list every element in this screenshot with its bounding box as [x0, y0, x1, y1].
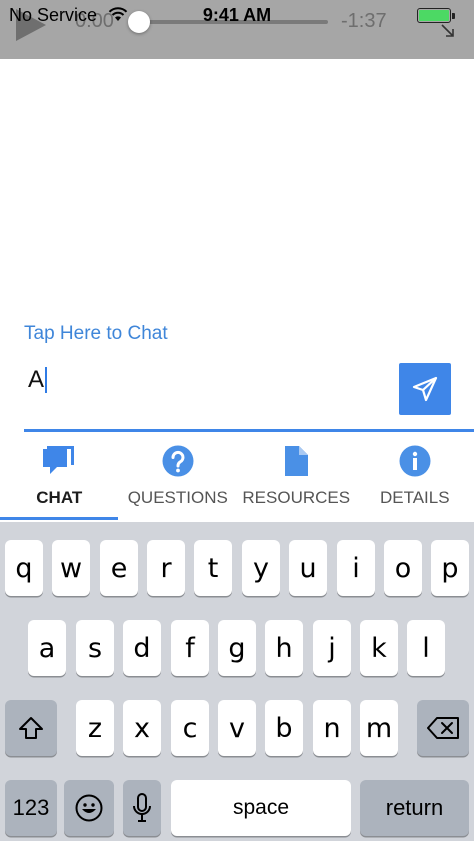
- key-w[interactable]: w: [52, 540, 90, 596]
- backspace-key[interactable]: [417, 700, 469, 756]
- text-cursor: [45, 367, 48, 393]
- key-n[interactable]: n: [313, 700, 351, 756]
- tab-chat[interactable]: CHAT: [0, 432, 119, 522]
- send-icon: [412, 376, 438, 402]
- key-g[interactable]: g: [218, 620, 256, 676]
- key-t[interactable]: t: [194, 540, 232, 596]
- key-k[interactable]: k: [360, 620, 398, 676]
- video-controls-bar: 0:00 -1:37 No Service 9:41 AM: [0, 0, 474, 59]
- key-d[interactable]: d: [123, 620, 161, 676]
- key-q[interactable]: q: [5, 540, 43, 596]
- tab-bar: CHAT QUESTIONS RESOURCES DETAILS: [0, 432, 474, 522]
- tab-label: DETAILS: [379, 488, 450, 507]
- battery-icon: [417, 8, 455, 23]
- key-i[interactable]: i: [337, 540, 375, 596]
- shift-key[interactable]: [5, 700, 57, 756]
- key-e[interactable]: e: [100, 540, 138, 596]
- key-m[interactable]: m: [360, 700, 398, 756]
- shift-icon: [19, 717, 43, 739]
- dictation-key[interactable]: [123, 780, 161, 836]
- key-a[interactable]: a: [28, 620, 66, 676]
- tab-label: CHAT: [36, 488, 83, 507]
- return-key[interactable]: return: [360, 780, 469, 836]
- key-c[interactable]: c: [171, 700, 209, 756]
- key-b[interactable]: b: [265, 700, 303, 756]
- tab-details[interactable]: DETAILS: [356, 432, 474, 522]
- chat-input-value: A: [28, 366, 45, 393]
- key-f[interactable]: f: [171, 620, 209, 676]
- info-circle-icon: [399, 445, 431, 477]
- key-u[interactable]: u: [289, 540, 327, 596]
- send-button[interactable]: [399, 363, 451, 415]
- question-circle-icon: [162, 445, 194, 477]
- key-v[interactable]: v: [218, 700, 256, 756]
- emoji-icon: [75, 794, 103, 822]
- key-z[interactable]: z: [76, 700, 114, 756]
- tab-questions[interactable]: QUESTIONS: [119, 432, 238, 522]
- keyboard: q w e r t y u i o p a s d f g h j k l z …: [0, 522, 474, 841]
- key-l[interactable]: l: [407, 620, 445, 676]
- active-tab-indicator: [0, 517, 118, 520]
- key-y[interactable]: y: [242, 540, 280, 596]
- key-h[interactable]: h: [265, 620, 303, 676]
- key-x[interactable]: x: [123, 700, 161, 756]
- key-j[interactable]: j: [313, 620, 351, 676]
- tab-label: QUESTIONS: [127, 488, 228, 507]
- emoji-key[interactable]: [64, 780, 114, 836]
- chat-bubble-icon: [43, 446, 75, 474]
- key-p[interactable]: p: [431, 540, 469, 596]
- tab-label: RESOURCES: [242, 488, 351, 507]
- numbers-key[interactable]: 123: [5, 780, 57, 836]
- space-key[interactable]: space: [171, 780, 351, 836]
- tab-resources[interactable]: RESOURCES: [237, 432, 356, 522]
- chat-message-input[interactable]: A: [24, 360, 388, 400]
- exit-fullscreen-icon[interactable]: [440, 23, 456, 39]
- key-o[interactable]: o: [384, 540, 422, 596]
- document-icon: [285, 446, 309, 476]
- microphone-icon: [133, 793, 151, 822]
- tap-to-chat-label[interactable]: Tap Here to Chat: [24, 323, 168, 345]
- key-r[interactable]: r: [147, 540, 185, 596]
- backspace-icon: [427, 717, 459, 739]
- key-s[interactable]: s: [76, 620, 114, 676]
- status-time: 9:41 AM: [202, 5, 272, 25]
